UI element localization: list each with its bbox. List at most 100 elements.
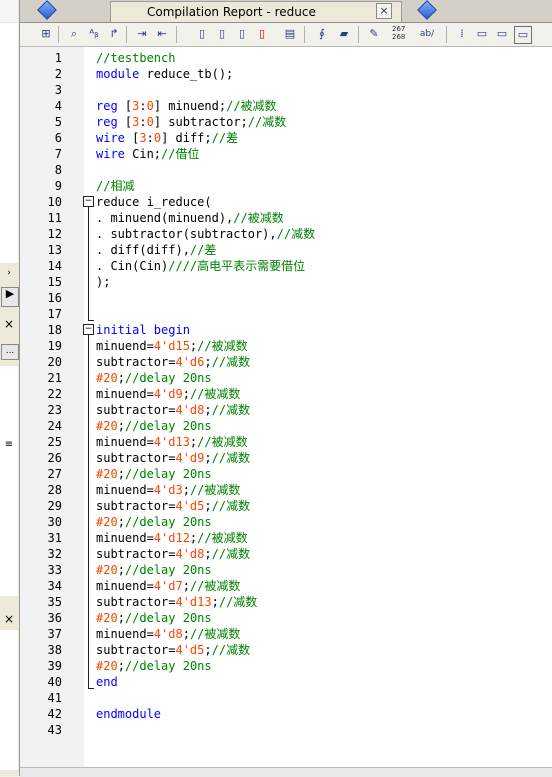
fold-toggle-icon-2[interactable]: − (83, 324, 94, 335)
line-counter[interactable]: 267 268 (392, 25, 405, 41)
code-line[interactable]: 39 #20;//delay 20ns (20, 658, 552, 674)
code-line[interactable]: 9 //相减 (20, 178, 552, 194)
code-line[interactable]: 31 minuend=4'd12;//被减数 (20, 530, 552, 546)
code-line[interactable]: 35 subtractor=4'd13;//减数 (20, 594, 552, 610)
code-token: 4'd8 (175, 403, 205, 417)
code-line[interactable]: 32 subtractor=4'd8;//减数 (20, 546, 552, 562)
code-line[interactable]: 23 subtractor=4'd8;//减数 (20, 402, 552, 418)
code-line[interactable]: 38 subtractor=4'd5;//减数 (20, 642, 552, 658)
code-line[interactable]: 43 (20, 722, 552, 738)
code-line[interactable]: 1 //testbench (20, 50, 552, 66)
code-token: 0 (153, 131, 162, 145)
insert-template-icon[interactable]: ⊞ (38, 26, 54, 42)
code-token: minuend= (96, 387, 154, 401)
left-panel-project-area[interactable] (0, 23, 18, 263)
code-line[interactable]: 30 #20;//delay 20ns (20, 514, 552, 530)
expand-arrow-icon[interactable]: ▶ (1, 287, 19, 307)
comment-icon[interactable]: ▰ (336, 26, 352, 42)
bookmark-clear-icon[interactable]: ▯ (254, 26, 270, 42)
align-left-icon[interactable]: ▭ (474, 26, 490, 42)
scroll-right-icon[interactable]: › (2, 266, 16, 280)
toggle-view-icon[interactable]: ▭ (514, 26, 532, 44)
code-line[interactable]: 14 . Cin(Cin)////高电平表示需要借位 (20, 258, 552, 274)
code-line[interactable]: 28 minuend=4'd3;//被减数 (20, 482, 552, 498)
code-line[interactable]: 8 (20, 162, 552, 178)
goto-icon[interactable]: ↱ (106, 26, 122, 42)
attach-icon[interactable]: ∮ (314, 26, 330, 42)
code-line[interactable]: 36 #20;//delay 20ns (20, 610, 552, 626)
code-line[interactable]: 2 module reduce_tb(); (20, 66, 552, 82)
code-line[interactable]: 33 #20;//delay 20ns (20, 562, 552, 578)
code-text: ); (96, 274, 110, 290)
code-token: minuend= (96, 579, 154, 593)
code-line[interactable]: 13 . diff(diff),//差 (20, 242, 552, 258)
line-number: 32 (47, 547, 62, 561)
code-token: Cin; (124, 147, 162, 161)
line-number: 25 (47, 435, 62, 449)
panel-close-icon-2[interactable]: × (2, 612, 16, 626)
line-number: 3 (54, 83, 62, 97)
left-panel-middle-area[interactable] (0, 366, 18, 596)
code-text: . Cin(Cin)////高电平表示需要借位 (96, 258, 305, 274)
block-comment-icon[interactable]: ✎ (366, 26, 382, 42)
code-text: minuend=4'd3;//被减数 (96, 482, 240, 498)
code-token: reg (96, 99, 118, 113)
code-text: reduce i_reduce( (96, 194, 212, 210)
code-line[interactable]: 25 minuend=4'd13;//被减数 (20, 434, 552, 450)
find-icon[interactable]: ⌕ (66, 26, 82, 42)
scrollbar-grip-icon[interactable]: ≡ (2, 438, 16, 452)
code-line[interactable]: 37 minuend=4'd8;//被减数 (20, 626, 552, 642)
code-line[interactable]: 18 initial begin (20, 322, 552, 338)
line-number: 33 (47, 563, 62, 577)
tab-close-icon[interactable]: × (376, 3, 392, 19)
code-line[interactable]: 27 #20;//delay 20ns (20, 466, 552, 482)
code-line[interactable]: 15); (20, 274, 552, 290)
code-token: //被减数 (226, 99, 277, 113)
code-token: 0 (146, 99, 154, 113)
code-line[interactable]: 24 #20;//delay 20ns (20, 418, 552, 434)
cursor-icon[interactable]: ⁞ (454, 26, 470, 42)
bookmark-toggle-icon[interactable]: ▯ (194, 26, 210, 42)
code-line[interactable]: 7 wire Cin;//借位 (20, 146, 552, 162)
code-token: 4'd5 (175, 499, 205, 513)
code-line[interactable]: 10 reduce i_reduce( (20, 194, 552, 210)
code-line[interactable]: 19 minuend=4'd15;//被减数 (20, 338, 552, 354)
code-line[interactable]: 34 minuend=4'd7;//被减数 (20, 578, 552, 594)
code-line[interactable]: 11 . minuend(minuend),//被减数 (20, 210, 552, 226)
align-right-icon[interactable]: ▭ (494, 26, 510, 42)
bookmark-prev-icon[interactable]: ▯ (234, 26, 250, 42)
code-line[interactable]: 5 reg [3:0] subtractor;//减数 (20, 114, 552, 130)
code-line[interactable]: 41 (20, 690, 552, 706)
line-number: 18 (47, 323, 62, 337)
code-line[interactable]: 16 (20, 290, 552, 306)
code-line[interactable]: 4 reg [3:0] minuend;//被减数 (20, 98, 552, 114)
code-line[interactable]: 22 minuend=4'd9;//被减数 (20, 386, 552, 402)
code-token: //差 (189, 243, 217, 257)
panel-options-button[interactable]: ... (1, 344, 19, 360)
code-line[interactable]: 29 subtractor=4'd5;//减数 (20, 498, 552, 514)
indent-icon[interactable]: ⇥ (134, 26, 150, 42)
bookmark-next-icon[interactable]: ▯ (214, 26, 230, 42)
panel-close-icon[interactable]: × (2, 317, 16, 331)
code-token: subtractor= (96, 595, 176, 609)
find-replace-icon[interactable]: ᴬᵦ (86, 26, 102, 42)
fold-toggle-icon[interactable]: − (83, 196, 94, 207)
code-line[interactable]: 6 wire [3:0] diff;//差 (20, 130, 552, 146)
code-line[interactable]: 26 subtractor=4'd9;//减数 (20, 450, 552, 466)
left-panel-bottom-area[interactable] (0, 630, 18, 770)
code-line[interactable]: 12 . subtractor(subtractor),//减数 (20, 226, 552, 242)
tab-compilation-report[interactable]: Compilation Report - reduce (110, 1, 402, 22)
code-editor[interactable]: 1//testbench 2 module reduce_tb(); 3 4 reg [3… (20, 47, 552, 767)
code-token: ] subtractor; (153, 115, 248, 129)
document-tab-icon[interactable] (37, 0, 57, 20)
code-line[interactable]: 3 (20, 82, 552, 98)
code-line[interactable]: 42 endmodule (20, 706, 552, 722)
next-tab-icon[interactable] (417, 0, 437, 20)
code-line[interactable]: 17 (20, 306, 552, 322)
unindent-icon[interactable]: ⇤ (154, 26, 170, 42)
code-line[interactable]: 40 end (20, 674, 552, 690)
word-wrap-button[interactable]: ab/ (416, 26, 438, 42)
code-line[interactable]: 21 #20;//delay 20ns (20, 370, 552, 386)
bookmark-list-icon[interactable]: ▤ (282, 26, 298, 42)
code-line[interactable]: 20 subtractor=4'd6;//减数 (20, 354, 552, 370)
